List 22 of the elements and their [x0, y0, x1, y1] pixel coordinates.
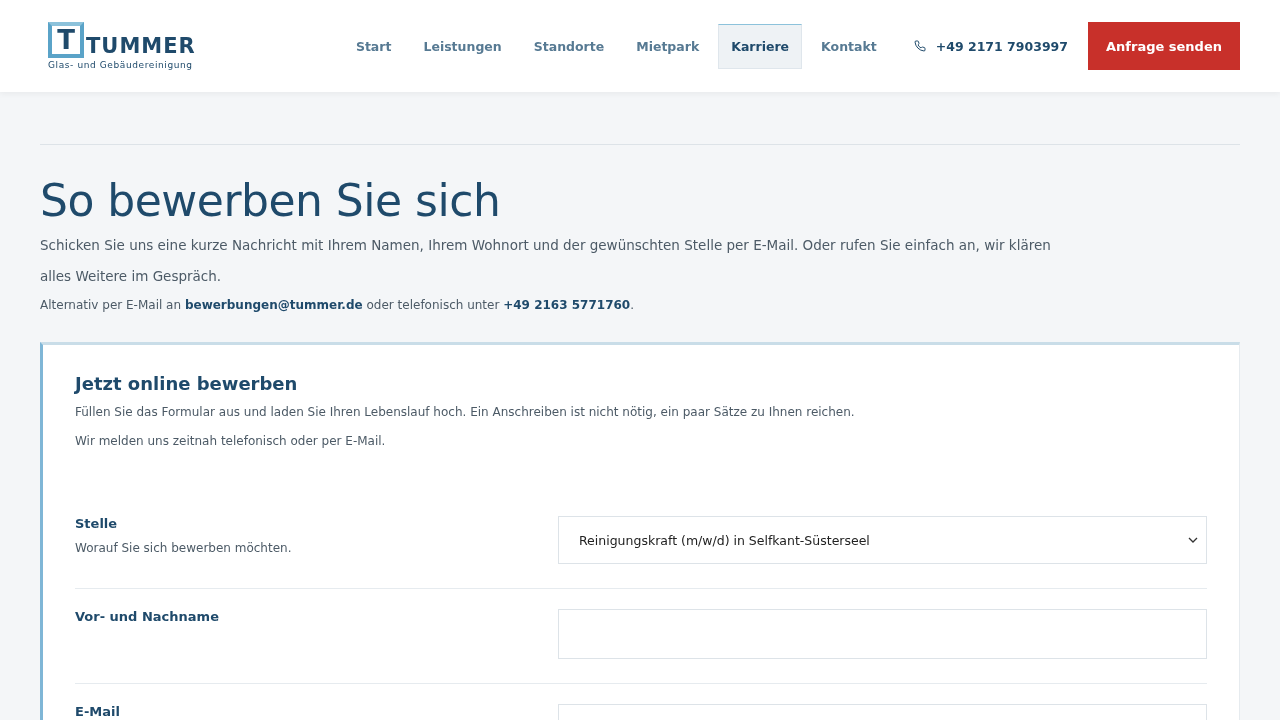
logo-mark: T — [48, 22, 84, 58]
nav-link[interactable]: Mietpark — [623, 23, 713, 69]
page-heading: So bewerben Sie sich — [40, 175, 502, 226]
nav-link[interactable]: Leistungen — [410, 23, 515, 69]
logo-tagline: Glas- und Gebäudereinigung — [48, 60, 194, 70]
nav-link[interactable]: Kontakt — [808, 23, 890, 69]
field-label: Vor- und Nachname — [75, 609, 220, 624]
nav-link[interactable]: Karriere — [718, 23, 803, 69]
field-label: Stelle — [75, 516, 119, 531]
phone-link[interactable]: +49 2171 7903997 — [913, 38, 1068, 54]
logo-name: TUMMER — [86, 34, 196, 58]
field-hint: Worauf Sie sich bewerben möchten. — [75, 541, 293, 555]
nav-link[interactable]: Start — [342, 23, 405, 69]
nav-link[interactable]: Standorte — [520, 23, 618, 69]
contact-text: Alternativ per E-Mail an bewerbungen@tummer.de oder telefonisch unter +49 2163 5771760. — [40, 298, 635, 312]
form-title: Jetzt online bewerben — [75, 373, 299, 394]
job-select[interactable]: Reinigungskraft (m/w/d) in Selfkant-Süsterseel — [558, 516, 1207, 564]
field-label: E-Mail — [75, 704, 121, 719]
request-button[interactable]: Anfrage senden — [1088, 22, 1240, 70]
form-description: Füllen Sie das Formular aus und laden Sie Ihren Lebenslauf hoch. Ein Anschreiben ist nicht nötig, ein paar Sätze zu Ihnen reichen. Wir melden uns zeitnah telefonisch oder per E-Mail. — [75, 404, 855, 450]
intro-text: Schicken Sie uns eine kurze Nachricht mit Ihrem Namen, Ihrem Wohnort und der gewünschten Stelle per E-Mail. Oder rufen Sie einfach an, wir klären alles Weitere im Gespräch. — [40, 236, 1052, 286]
email-link[interactable]: bewerbungen@tummer.de — [184, 298, 363, 312]
